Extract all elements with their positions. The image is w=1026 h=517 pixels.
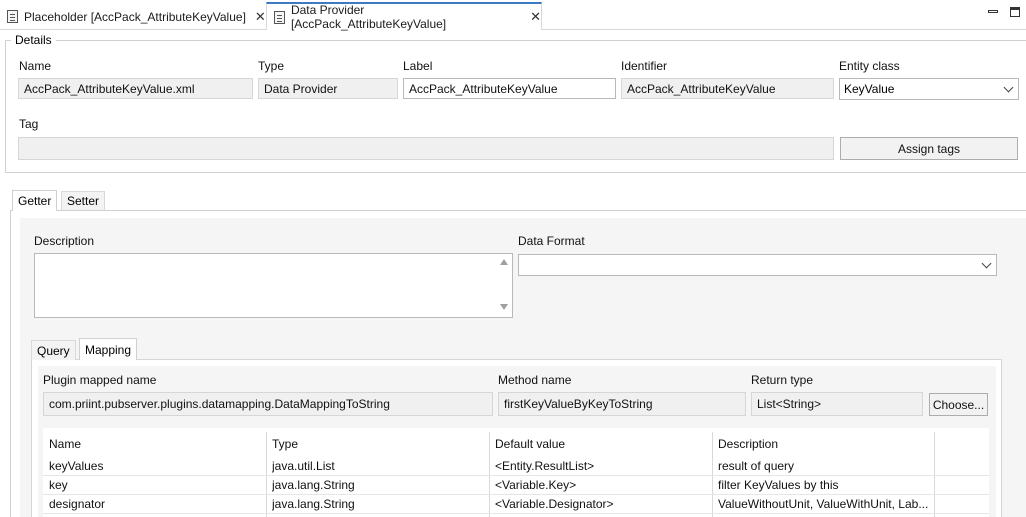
method-name-label: Method name — [498, 373, 572, 387]
tab-placeholder[interactable]: Placeholder [AccPack_AttributeKeyValue] … — [0, 3, 266, 30]
row-divider — [43, 513, 989, 514]
assign-tags-button[interactable]: Assign tags — [840, 137, 1018, 160]
param-type: java.util.List — [272, 459, 335, 473]
data-format-select[interactable] — [518, 254, 997, 276]
document-icon — [7, 10, 18, 23]
description-textarea[interactable] — [34, 253, 513, 318]
tab-mapping[interactable]: Mapping — [79, 338, 138, 360]
plugin-mapped-name-label: Plugin mapped name — [43, 373, 157, 387]
name-label: Name — [19, 59, 52, 73]
param-type: java.lang.String — [272, 497, 355, 511]
details-title: Details — [11, 33, 56, 47]
param-description: filter KeyValues by this — [718, 478, 839, 492]
entity-class-select[interactable]: KeyValue — [839, 78, 1019, 100]
chevron-down-icon — [981, 258, 992, 268]
param-name: keyValues — [49, 459, 104, 473]
tab-data-provider-label: Data Provider [AccPack_AttributeKeyValue… — [290, 3, 447, 31]
data-format-label: Data Format — [518, 234, 585, 248]
param-description: ValueWithoutUnit, ValueWithUnit, Lab... — [718, 497, 929, 511]
identifier-label: Identifier — [621, 59, 668, 73]
plugin-mapped-name-field: com.priint.pubserver.plugins.datamapping… — [43, 392, 493, 416]
column-header-description[interactable]: Description — [718, 437, 778, 451]
type-field: Data Provider — [258, 78, 398, 99]
entity-class-label: Entity class — [839, 59, 900, 73]
label-input[interactable]: AccPack_AttributeKeyValue — [403, 78, 616, 99]
table-row[interactable]: key java.lang.String <Variable.Key> filt… — [43, 476, 989, 495]
identifier-field: AccPack_AttributeKeyValue — [621, 78, 834, 99]
param-default: <Entity.ResultList> — [495, 459, 595, 473]
tag-label: Tag — [19, 117, 39, 131]
name-field: AccPack_AttributeKeyValue.xml — [18, 78, 253, 99]
scroll-up-icon[interactable] — [500, 259, 508, 265]
param-name: key — [49, 478, 68, 492]
column-header-name[interactable]: Name — [49, 437, 81, 451]
minimize-icon[interactable] — [988, 7, 998, 17]
tab-placeholder-label: Placeholder [AccPack_AttributeKeyValue] — [24, 9, 246, 24]
label-label: Label — [403, 59, 433, 73]
close-icon[interactable]: ✕ — [530, 9, 541, 25]
return-type-label: Return type — [751, 373, 814, 387]
tag-field — [18, 137, 834, 160]
param-description: result of query — [718, 459, 795, 473]
description-scrollbar[interactable] — [495, 254, 512, 317]
tab-getter[interactable]: Getter — [12, 190, 58, 211]
method-name-field: firstKeyValueByKeyToString — [498, 392, 746, 416]
entity-class-value: KeyValue — [844, 82, 895, 96]
return-type-field: List<String> — [751, 392, 923, 416]
tab-query[interactable]: Query — [31, 340, 76, 360]
document-icon — [274, 10, 285, 24]
close-icon[interactable]: ✕ — [255, 9, 266, 25]
parameters-table: Name Type Default value Description keyV… — [43, 428, 989, 517]
scroll-down-icon[interactable] — [500, 304, 508, 310]
param-default: <Variable.Designator> — [495, 497, 614, 511]
choose-button[interactable]: Choose... — [929, 393, 988, 416]
chevron-down-icon — [1003, 82, 1014, 92]
param-name: designator — [49, 497, 106, 511]
tab-data-provider[interactable]: Data Provider [AccPack_AttributeKeyValue… — [266, 2, 542, 31]
column-header-default-value[interactable]: Default value — [495, 437, 565, 451]
param-default: <Variable.Key> — [495, 478, 577, 492]
description-label: Description — [34, 234, 95, 248]
param-type: java.lang.String — [272, 478, 355, 492]
type-label: Type — [258, 59, 285, 73]
table-row[interactable]: designator java.lang.String <Variable.De… — [43, 495, 989, 514]
maximize-icon[interactable] — [1010, 7, 1020, 17]
table-row[interactable]: keyValues java.util.List <Entity.ResultL… — [43, 457, 989, 476]
tab-setter[interactable]: Setter — [61, 191, 106, 210]
column-header-type[interactable]: Type — [272, 437, 298, 451]
